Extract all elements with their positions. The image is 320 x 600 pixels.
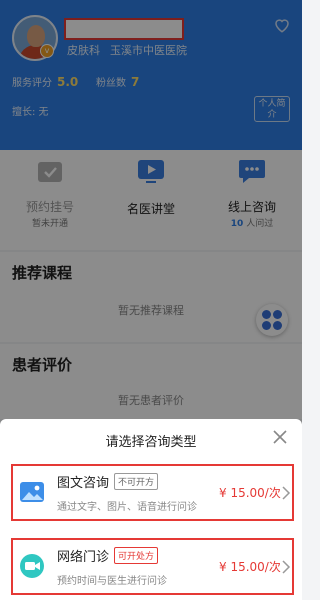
prescription-tag: 可开处方	[114, 547, 159, 564]
image-icon	[20, 482, 44, 502]
video-camera-icon	[20, 554, 44, 578]
close-icon[interactable]	[272, 429, 288, 445]
chevron-right-icon	[282, 486, 291, 500]
option-online-clinic[interactable]: 网络门诊 可开处方 预约时间与医生进行问诊 ¥ 15.00/次	[11, 538, 294, 595]
option-title: 网络门诊	[57, 550, 110, 565]
no-prescription-tag: 不可开方	[114, 473, 159, 490]
chevron-right-icon	[282, 560, 291, 574]
option-title: 图文咨询	[57, 476, 110, 491]
option-desc: 预约时间与医生进行问诊	[57, 576, 167, 587]
sheet-title: 请选择咨询类型	[105, 435, 197, 450]
option-price: ¥ 15.00/次	[219, 560, 281, 574]
option-desc: 通过文字、图片、语音进行问诊	[57, 502, 197, 513]
consult-type-sheet: 请选择咨询类型 图文咨询 不可开方 通过文字、图片、语音进行问诊 ¥ 15.00…	[0, 419, 302, 600]
option-text-consult[interactable]: 图文咨询 不可开方 通过文字、图片、语音进行问诊 ¥ 15.00/次	[11, 464, 294, 521]
option-price: ¥ 15.00/次	[219, 486, 281, 500]
